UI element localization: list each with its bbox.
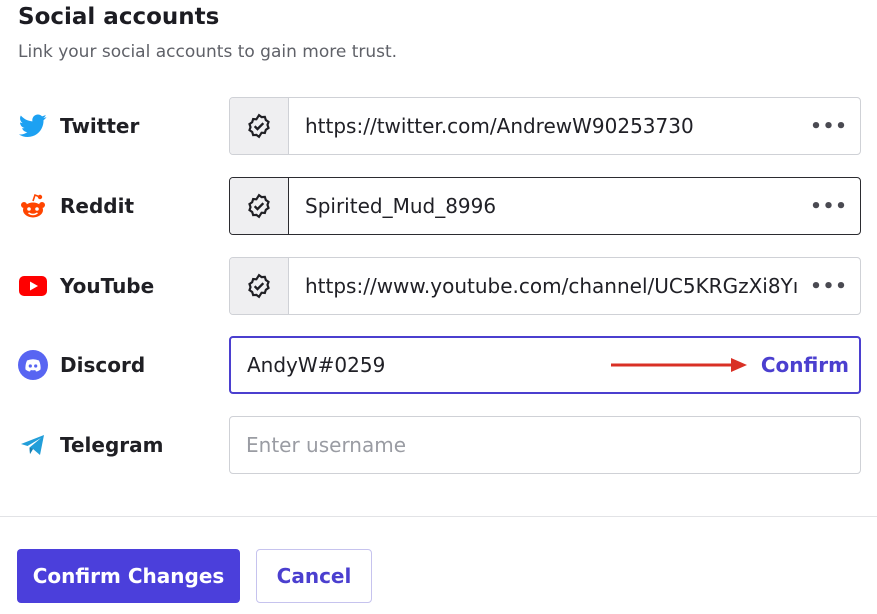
cancel-button[interactable]: Cancel bbox=[256, 549, 372, 603]
platform-label-reddit: Reddit bbox=[60, 194, 135, 218]
account-row-telegram: Telegram bbox=[0, 416, 877, 474]
more-options-icon[interactable]: ••• bbox=[798, 178, 860, 234]
confirm-changes-button[interactable]: Confirm Changes bbox=[17, 549, 240, 603]
twitter-url-value: https://twitter.com/AndrewW90253730 bbox=[305, 114, 694, 138]
arrow-right-icon bbox=[610, 358, 747, 372]
telegram-icon bbox=[18, 430, 48, 460]
platform-label-youtube: YouTube bbox=[60, 274, 155, 298]
reddit-username-value: Spirited_Mud_8996 bbox=[305, 194, 497, 218]
page-title: Social accounts bbox=[18, 4, 220, 30]
verified-badge-icon bbox=[230, 178, 289, 234]
confirm-link[interactable]: Confirm bbox=[761, 353, 849, 377]
platform-label-discord: Discord bbox=[60, 353, 146, 377]
account-row-twitter: Twitter https://twitter.com/AndrewW90253… bbox=[0, 97, 877, 155]
account-row-youtube: YouTube https://www.youtube.com/channel/… bbox=[0, 257, 877, 315]
discord-icon bbox=[18, 350, 48, 380]
youtube-icon bbox=[18, 271, 48, 301]
twitter-field[interactable]: https://twitter.com/AndrewW90253730 ••• bbox=[229, 97, 861, 155]
reddit-field[interactable]: Spirited_Mud_8996 ••• bbox=[229, 177, 861, 235]
verified-badge-icon bbox=[230, 258, 289, 314]
discord-field[interactable]: AndyW#0259 Confirm bbox=[229, 336, 861, 394]
account-row-discord: Discord AndyW#0259 Confirm bbox=[0, 336, 877, 394]
reddit-icon bbox=[18, 191, 48, 221]
page-subtitle: Link your social accounts to gain more t… bbox=[18, 42, 398, 62]
platform-label-telegram: Telegram bbox=[60, 433, 164, 457]
platform-label-twitter: Twitter bbox=[60, 114, 140, 138]
twitter-icon bbox=[18, 111, 48, 141]
telegram-field[interactable] bbox=[229, 416, 861, 474]
verified-badge-icon bbox=[230, 98, 289, 154]
divider bbox=[0, 516, 877, 517]
discord-username-value[interactable]: AndyW#0259 bbox=[231, 353, 611, 377]
more-options-icon[interactable]: ••• bbox=[798, 98, 860, 154]
youtube-url-value: https://www.youtube.com/channel/UC5KRGzX… bbox=[305, 274, 798, 298]
telegram-username-input[interactable] bbox=[230, 417, 860, 473]
youtube-field[interactable]: https://www.youtube.com/channel/UC5KRGzX… bbox=[229, 257, 861, 315]
account-row-reddit: Reddit Spirited_Mud_8996 ••• bbox=[0, 177, 877, 235]
more-options-icon[interactable]: ••• bbox=[798, 258, 860, 314]
